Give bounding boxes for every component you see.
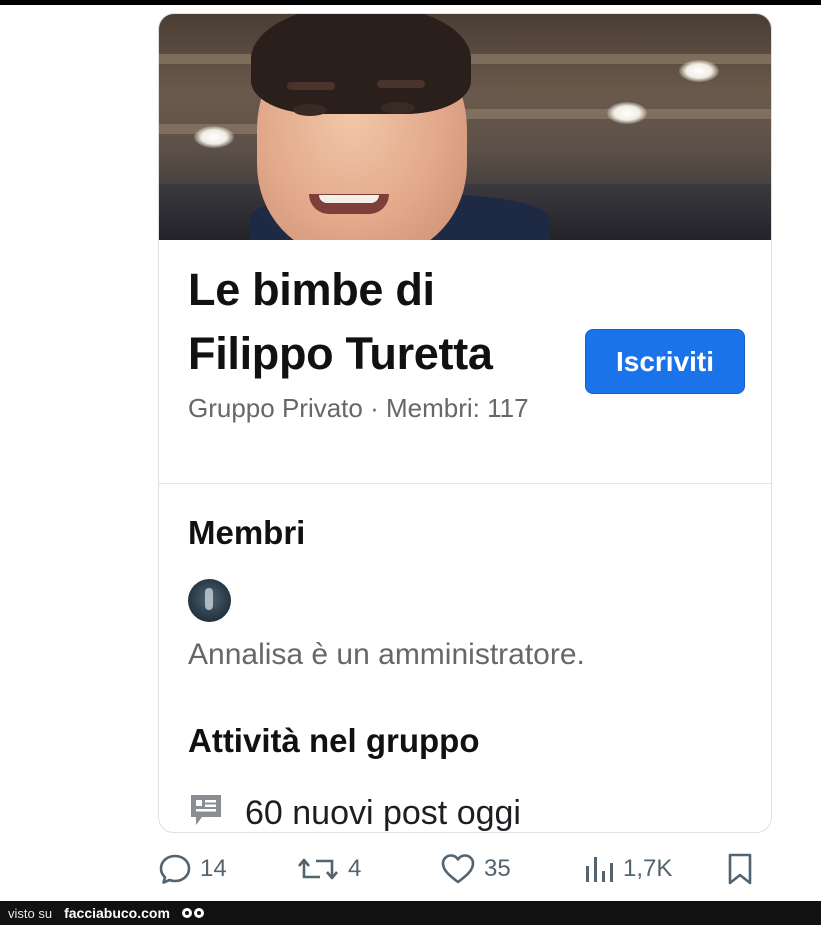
group-meta: Gruppo Privato · Membri: 117 [188,393,529,423]
admin-text: Annalisa è un amministratore. [188,638,585,671]
reply-count: 14 [200,855,227,882]
reply-action[interactable]: 14 [158,848,227,890]
members-heading: Membri [188,514,306,551]
watermark-bar: visto su facciabuco.com [0,901,821,925]
views-action[interactable]: 1,7K [583,848,672,890]
watermark-label: visto su [8,905,53,921]
reply-icon [159,854,191,884]
eyes-logo-icon [181,908,204,918]
bookmark-action[interactable] [726,848,754,890]
repost-count: 4 [348,855,362,882]
group-card: Le bimbe di Filippo Turetta Iscriviti Gr… [158,13,772,833]
divider [159,483,771,484]
heart-icon [441,854,475,884]
join-button[interactable]: Iscriviti [585,329,745,394]
post-icon [191,795,221,825]
views-count: 1,7K [623,855,673,882]
post-actions: 14 4 35 1,7K [158,848,772,890]
bookmark-icon [728,853,752,885]
top-bar [0,0,821,5]
group-name: Le bimbe di Filippo Turetta [188,264,493,379]
watermark-site: facciabuco.com [64,905,170,921]
repost-icon [298,858,338,880]
cover-photo [159,14,771,240]
repost-action[interactable]: 4 [296,848,361,890]
like-count: 35 [484,855,511,882]
activity-heading: Attività nel gruppo [188,722,480,759]
new-posts-text: 60 nuovi post oggi [245,794,521,832]
admin-avatar[interactable] [188,579,231,622]
like-action[interactable]: 35 [440,848,511,890]
views-icon [586,857,613,882]
